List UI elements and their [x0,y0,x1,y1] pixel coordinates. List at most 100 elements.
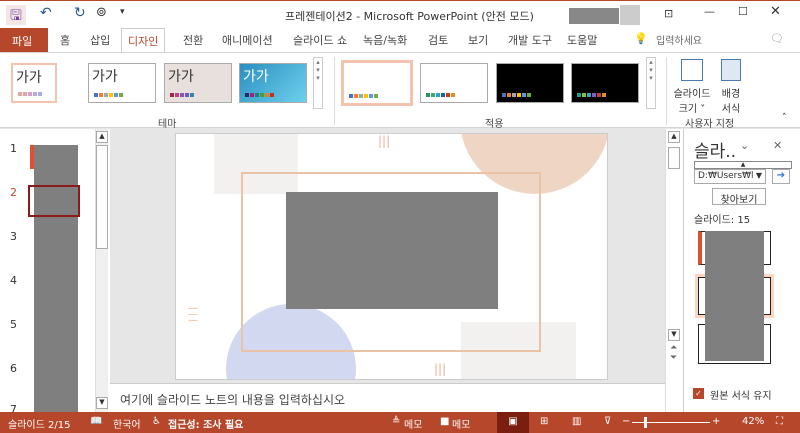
image-redacted[interactable] [286,192,498,309]
ribbon-display-icon[interactable]: ⊡ [664,7,673,20]
variant-3[interactable] [496,63,564,103]
variant-1[interactable] [341,60,413,106]
language[interactable]: 한국어 [113,416,141,431]
selected-thumbnail[interactable] [28,185,80,217]
zoom-in-icon[interactable]: + [712,416,720,427]
notes-input[interactable]: 여기에 슬라이드 노트의 내용을 입력하십시오 [110,383,665,412]
slide-size-icon [681,59,703,81]
tab-view[interactable]: 보기 [468,32,488,48]
scroll-down-icon[interactable]: ▼ [668,329,680,341]
slide-size-label2: 크기 ˅ [678,104,706,115]
theme-4[interactable]: 가가 [239,63,307,103]
keep-format-label: 원본 서식 유지 [710,391,772,402]
group-label-customize: 사용자 지정 [685,119,735,130]
theme-2[interactable]: 가가 [88,63,156,103]
undo-icon[interactable]: ↶ [40,5,52,21]
prev-next-slide-icon[interactable]: ⏶ ⏷ [670,343,677,363]
notes-icon[interactable]: ≜ [392,416,400,427]
spellcheck-icon[interactable]: 📖 [90,416,102,427]
format-background-label: 배경 [721,89,741,100]
scroll-up-icon[interactable]: ▲ [96,131,108,143]
slide-number: 6 [10,362,17,375]
scroll-up-icon[interactable]: ▲ [668,131,680,143]
ribbon-design: 가가 가가 가가 가가 ▴ ▾ ▾ 테마 ▴ ▾ ▾ 적용 슬라이드 크기 ˅ 배경 서식 … [0,52,800,130]
thumbnails-redacted [705,231,764,361]
path-value: D:₩Users₩l [698,171,754,181]
comment-icon[interactable]: ■ [440,416,449,427]
slide-thumbnail-pane: 1 2 3 4 5 6 7 ▲ ▼ [0,129,110,416]
accessibility-status[interactable]: 접근성: 조사 필요 [168,416,243,431]
maximize-icon[interactable]: ☐ [738,5,748,18]
accessibility-icon[interactable]: ♿ [152,416,161,427]
group-label-variants: 적용 [485,119,504,130]
scroll-thumb[interactable] [96,145,108,249]
zoom-slider-thumb[interactable] [644,417,647,428]
slide-size-button[interactable]: 슬라이드크기 ˅ [672,57,712,115]
tab-review[interactable]: 검토 [428,32,448,48]
tab-design[interactable]: 디자인 [121,28,166,53]
collapse-ribbon-icon[interactable]: ˄ [782,113,787,123]
format-background-button[interactable]: 배경서식 [716,57,746,115]
slideshow-view-icon[interactable]: ⊽ [604,416,611,427]
variant-2[interactable] [420,63,488,103]
tab-animations[interactable]: 애니메이션 [222,32,273,48]
scroll-down-icon[interactable]: ▼ [96,397,108,409]
customize-qat-icon[interactable]: ▾ [120,7,125,17]
redo-icon[interactable]: ↻ [74,5,86,21]
normal-view-icon[interactable]: ▣ [497,412,529,433]
theme-3[interactable]: 가가 [164,63,232,103]
tell-me-input[interactable]: 입력하세요 [656,32,702,47]
tab-developer[interactable]: 개발 도구 [508,32,552,48]
tab-transitions[interactable]: 전환 [183,32,203,48]
slide-number: 4 [10,274,17,287]
path-select[interactable]: D:₩Users₩l ▼ [694,169,766,184]
pane-close-icon[interactable]: ✕ [773,139,782,152]
keep-format-checkbox[interactable]: ✓ [693,388,704,399]
status-bar: 슬라이드 2/15 📖 한국어 ♿ 접근성: 조사 필요 ≜ 메모 ■ 메모 ▣… [0,412,800,433]
tab-insert[interactable]: 삽입 [90,32,110,48]
variant-gallery-scroll[interactable]: ▴ ▾ ▾ [646,57,656,109]
avatar[interactable] [620,5,640,25]
theme-label: 가가 [243,69,269,85]
slide-sorter-icon[interactable]: ⊞ [540,416,548,427]
window-title: 프레젠테이션2 - Microsoft PowerPoint (안전 모드) [285,10,534,23]
comments-icon[interactable]: 🗨 [770,32,784,45]
slide-number: 1 [10,142,17,155]
pane-title: 슬라.. [694,142,737,162]
theme-label: 가가 [92,69,118,85]
pane-options-icon[interactable]: ⌄ [740,139,749,152]
format-background-label2: 서식 [721,104,741,115]
slideshow-icon[interactable]: ⊚ [96,5,107,20]
theme-gallery-scroll[interactable]: ▴ ▾ ▾ [313,57,323,109]
tab-record[interactable]: 녹음/녹화 [363,32,407,48]
browse-button[interactable]: 찾아보기 [712,188,766,206]
zoom-level[interactable]: 42% [742,416,764,427]
scroll-thumb[interactable] [668,147,680,169]
zoom-out-icon[interactable]: − [622,416,630,427]
slide-size-label: 슬라이드 [673,89,711,100]
reading-view-icon[interactable]: ▥ [572,416,581,427]
slide-scrollbar[interactable]: ▲ ▼ ⏶ ⏷ [665,129,683,412]
variant-4[interactable] [571,63,639,103]
close-icon[interactable]: ✕ [770,4,781,19]
theme-office[interactable]: 가가 [11,63,57,103]
fit-to-window-icon[interactable]: ⛶ [776,416,783,427]
thumbnail-scrollbar[interactable]: ▲ ▼ [95,129,108,412]
tab-help[interactable]: 도움말 [567,32,597,48]
notes-button[interactable]: 메모 [404,416,422,431]
comments-button[interactable]: 메모 [452,416,470,431]
user-name[interactable] [569,8,619,24]
format-background-icon [721,59,741,81]
slide-indicator: 슬라이드 2/15 [8,420,71,431]
theme-label: 가가 [168,69,194,85]
go-arrow-icon[interactable]: ➔ [772,169,790,184]
tab-home[interactable]: 홈 [60,32,70,48]
tab-file[interactable]: 파일 [0,28,48,52]
slide-canvas[interactable]: ||| ||| — — — [175,133,608,380]
slide-number: 3 [10,230,17,243]
minimize-icon[interactable]: — [704,5,715,18]
tab-slideshow[interactable]: 슬라이드 쇼 [293,32,347,48]
save-icon[interactable]: 🖫 [6,5,26,25]
group-label-theme: 테마 [158,119,177,130]
slide-number: 2 [10,186,17,199]
